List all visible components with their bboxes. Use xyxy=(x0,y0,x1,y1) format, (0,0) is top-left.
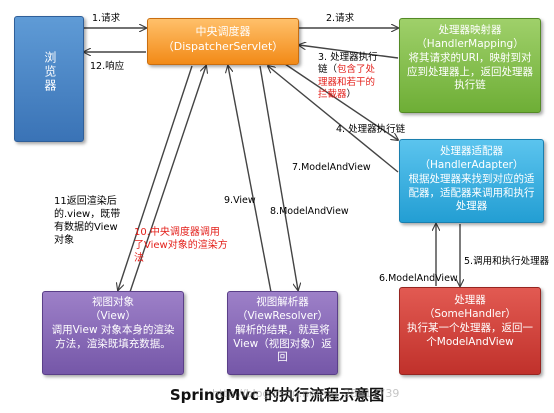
handler-mapping-box: 处理器映射器 （HandlerMapping） 将其请求的URI，映射到对应到处… xyxy=(399,18,541,113)
view-object-title: 视图对象 xyxy=(92,296,134,308)
view-object-box: 视图对象 （View） 调用View 对象本身的渲染方法，渲染既填充数据。 xyxy=(42,291,184,375)
view-resolver-subtitle: （ViewResolver） xyxy=(236,309,328,322)
label-3-execution-chain: 3. 处理器执行 链（包含了处 理器和若干的 拦截器） xyxy=(318,52,378,101)
handler-box: 处理器 （SomeHandler） 执行某一个处理器，返回一个ModelAndV… xyxy=(399,287,541,375)
label-3-red-3: 拦截器 xyxy=(318,89,347,101)
label-8-modelandview: 8.ModelAndView xyxy=(270,206,349,217)
view-resolver-desc: 解析的结果，就是将View（视图对象）返回 xyxy=(233,323,332,364)
handler-mapping-subtitle: （HandlerMapping） xyxy=(416,37,524,50)
arrow-8-modelandview xyxy=(259,65,298,290)
label-3-line-c: ） xyxy=(346,89,357,101)
label-6-modelandview: 6.ModelAndView xyxy=(379,273,458,284)
handler-adapter-title: 处理器适配器 xyxy=(440,145,503,157)
browser-box: 浏览器 xyxy=(14,16,84,142)
handler-title: 处理器 xyxy=(454,294,486,306)
browser-label: 浏览器 xyxy=(42,51,57,93)
handler-adapter-subtitle: （HandlerAdapter） xyxy=(419,158,524,171)
handler-desc: 执行某一个处理器，返回一个ModelAndView xyxy=(407,321,533,348)
handler-mapping-desc: 将其请求的URI，映射到对应到处理器上，返回处理器执行链 xyxy=(407,51,533,92)
handler-adapter-box: 处理器适配器 （HandlerAdapter） 根据处理器来找到对应的适配器，适… xyxy=(399,139,544,223)
handler-subtitle: （SomeHandler） xyxy=(423,307,517,320)
handler-mapping-title: 处理器映射器 xyxy=(438,24,502,36)
arrow-9-view xyxy=(228,66,272,293)
label-1-request: 1.请求 xyxy=(92,13,121,24)
label-3-line-a: 3. 处理器执行 xyxy=(318,52,378,63)
view-resolver-title: 视图解析器 xyxy=(256,296,309,308)
dispatcher-box: 中央调度器 （DispatcherServlet） xyxy=(147,18,299,65)
view-object-desc: 调用View 对象本身的渲染方法，渲染既填充数据。 xyxy=(51,323,175,350)
label-7-modelandview: 7.ModelAndView xyxy=(292,162,371,173)
view-object-subtitle: （View） xyxy=(90,309,136,322)
label-4-execution-chain: 4. 处理器执行链 xyxy=(336,124,406,135)
dispatcher-subtitle: （DispatcherServlet） xyxy=(162,39,284,53)
dispatcher-title: 中央调度器 xyxy=(195,25,251,38)
label-2-request: 2.请求 xyxy=(326,13,355,24)
view-resolver-box: 视图解析器 （ViewResolver） 解析的结果，就是将View（视图对象）… xyxy=(227,291,338,375)
label-3-line-b: 链（ xyxy=(318,64,338,76)
label-3-red-1: 包含了处 xyxy=(337,64,376,76)
label-3-red-2: 理器和若干的 xyxy=(318,76,376,88)
handler-adapter-desc: 根据处理器来找到对应的适配器，适配器来调用和执行处理器 xyxy=(408,172,535,213)
label-5-invoke-handler: 5.调用和执行处理器 xyxy=(464,256,550,267)
label-10-render: 10.中央调度器调用了View对象的渲染方法 xyxy=(134,227,228,264)
label-12-response: 12.响应 xyxy=(90,61,125,72)
label-9-view: 9.View xyxy=(224,195,256,206)
watermark: http://blog.csdn.net/qq_28817739 xyxy=(212,387,400,400)
label-11-rendered-view: 11返回渲染后的.view，既带有数据的View 对象 xyxy=(54,196,121,246)
